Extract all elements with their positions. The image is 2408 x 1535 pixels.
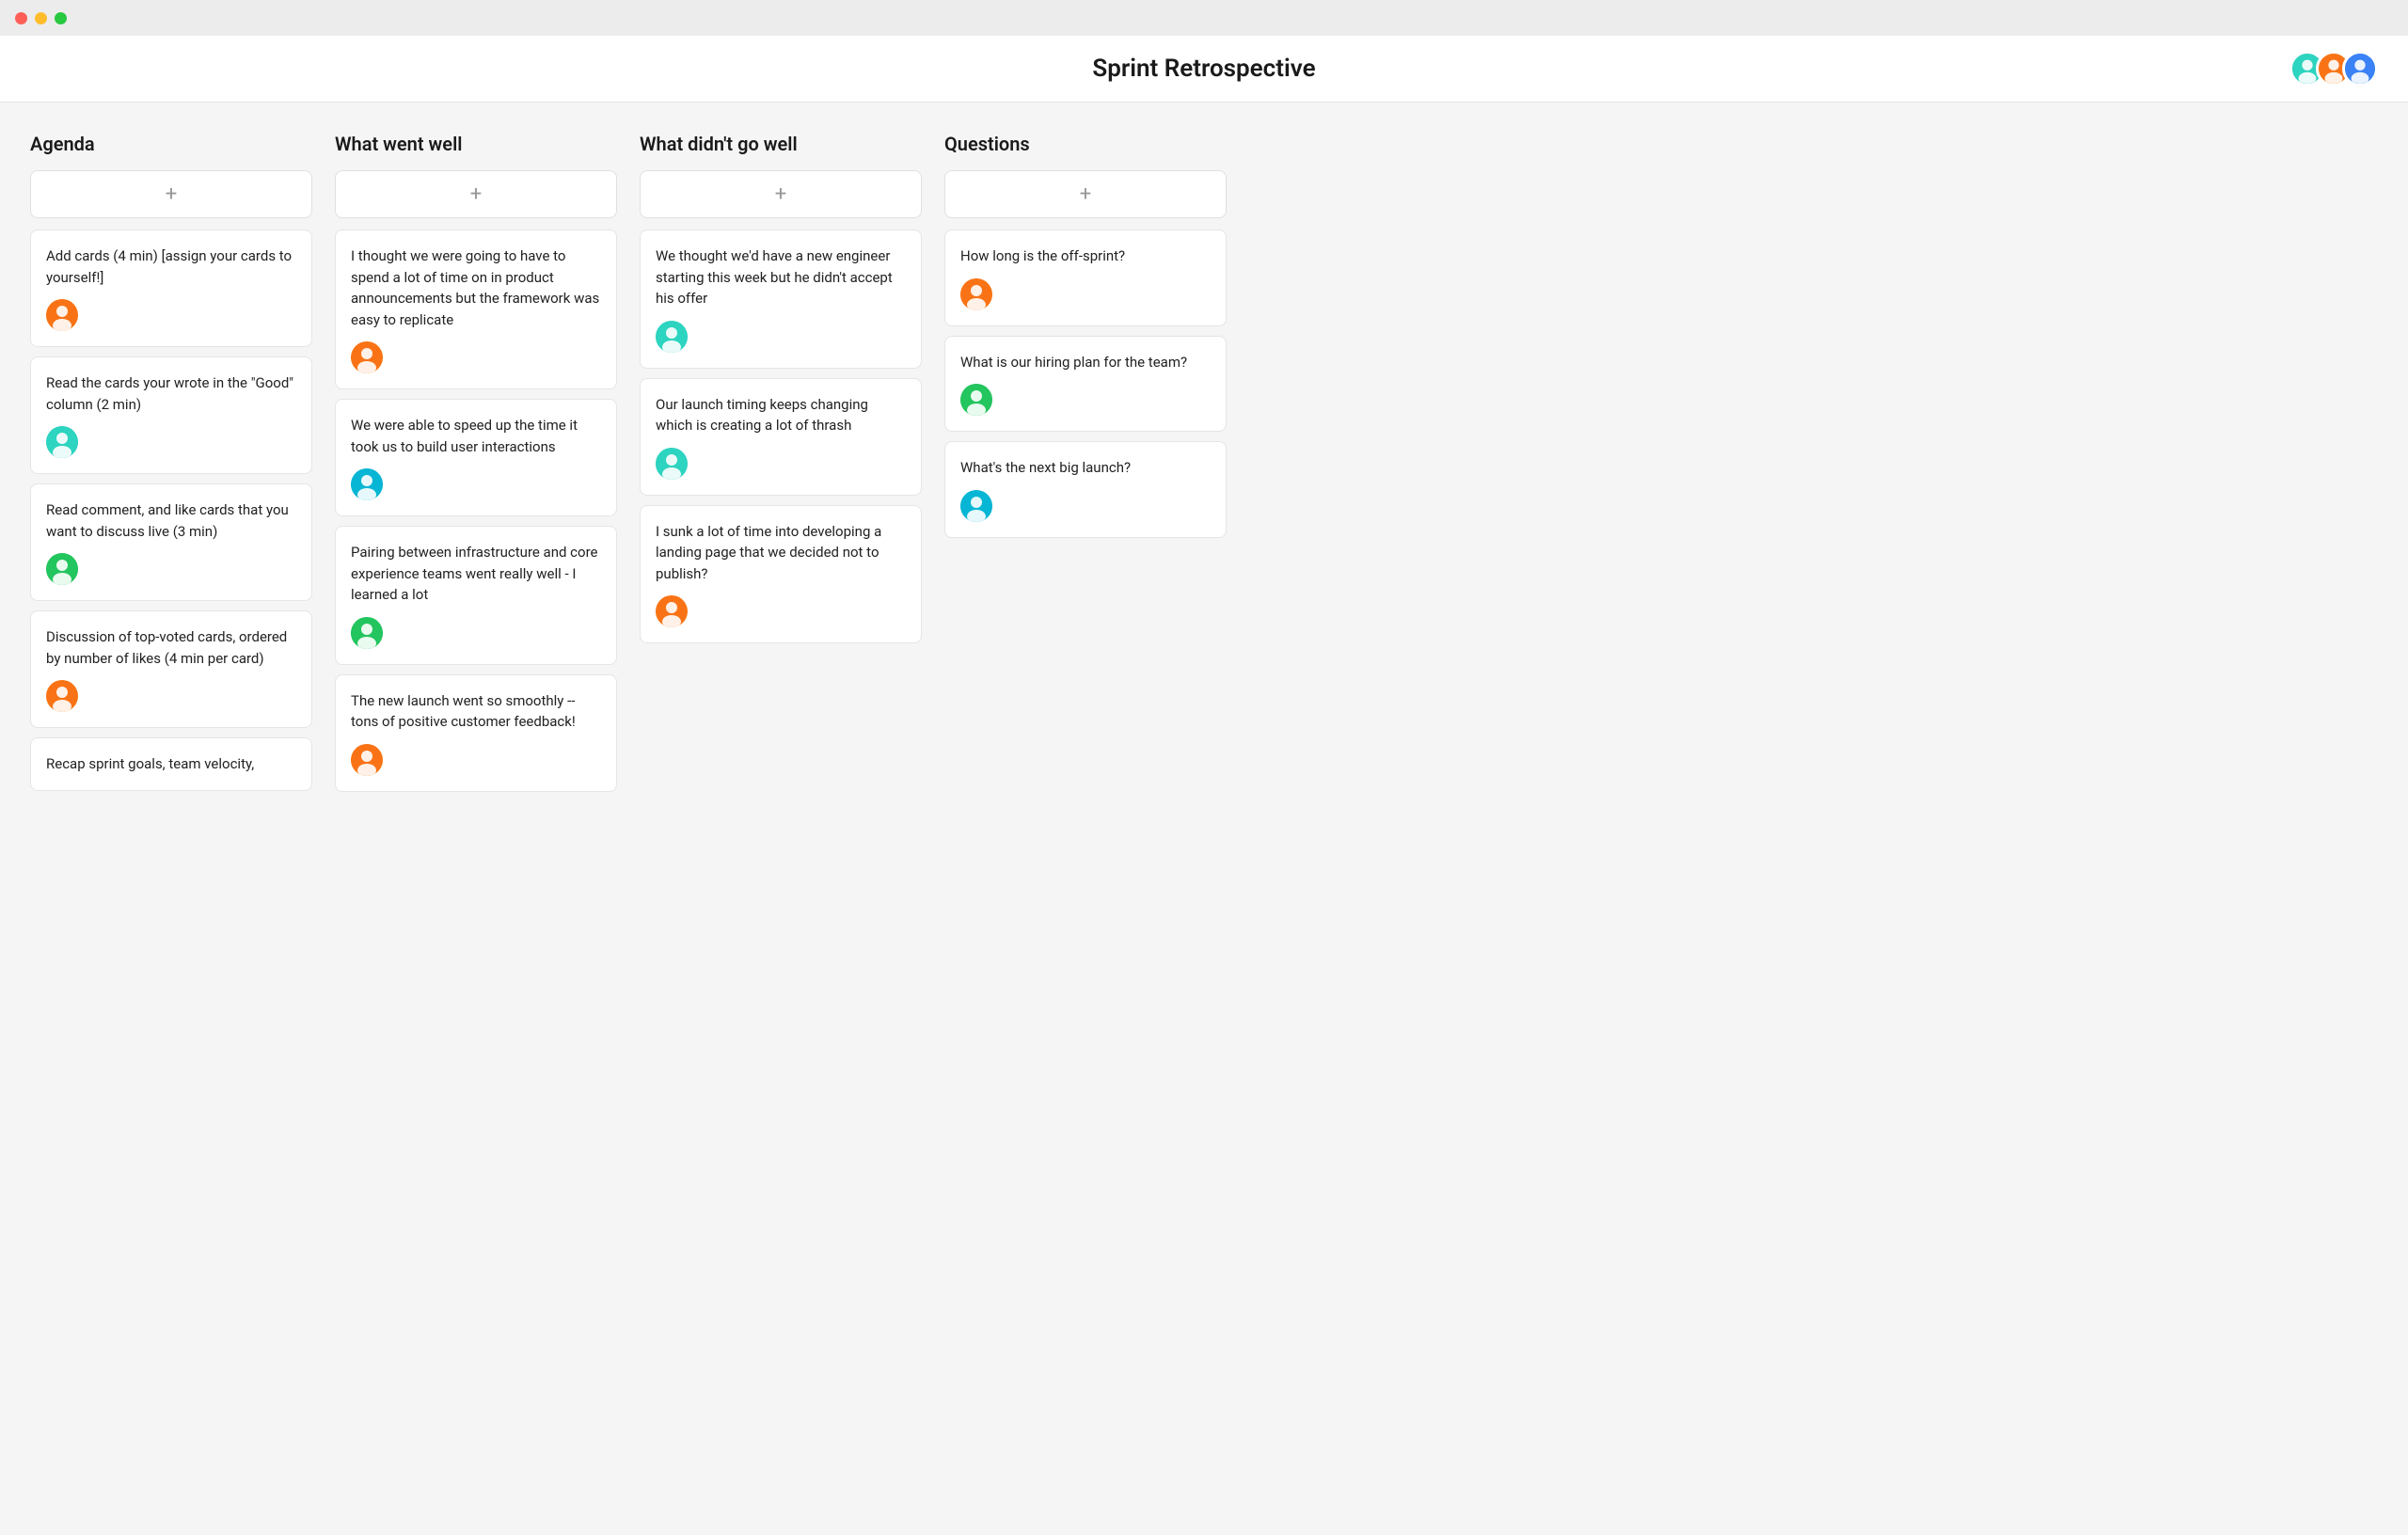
- card-avatar[interactable]: [46, 426, 78, 458]
- card-text: Recap sprint goals, team velocity,: [46, 753, 296, 775]
- card-avatar[interactable]: [656, 448, 688, 480]
- card-avatar[interactable]: [351, 744, 383, 776]
- board: Agenda + Add cards (4 min) [assign your ca…: [0, 103, 2408, 831]
- card-text: Read the cards your wrote in the "Good" …: [46, 372, 296, 415]
- column-header-what-didnt-go-well: What didn't go well: [640, 133, 922, 155]
- card: We thought we'd have a new engineer star…: [640, 229, 922, 369]
- header: Sprint Retrospective: [0, 36, 2408, 103]
- column-questions: Questions + How long is the off-sprint? Wh…: [944, 133, 1227, 547]
- titlebar: [0, 0, 2408, 36]
- card: How long is the off-sprint?: [944, 229, 1227, 326]
- column-what-went-well: What went well + I thought we were going t…: [335, 133, 617, 801]
- add-card-button-what-went-well[interactable]: +: [335, 170, 617, 218]
- card: Read comment, and like cards that you wa…: [30, 483, 312, 601]
- card-text: Add cards (4 min) [assign your cards to …: [46, 245, 296, 288]
- card-text: How long is the off-sprint?: [960, 245, 1211, 267]
- card-avatar[interactable]: [656, 321, 688, 353]
- card-text: What's the next big launch?: [960, 457, 1211, 479]
- column-agenda: Agenda + Add cards (4 min) [assign your ca…: [30, 133, 312, 800]
- card: Read the cards your wrote in the "Good" …: [30, 356, 312, 474]
- card-text: I thought we were going to have to spend…: [351, 245, 601, 330]
- card: Our launch timing keeps changing which i…: [640, 378, 922, 496]
- column-header-questions: Questions: [944, 133, 1227, 155]
- card-avatar[interactable]: [960, 278, 992, 310]
- add-card-button-what-didnt-go-well[interactable]: +: [640, 170, 922, 218]
- column-what-didnt-go-well: What didn't go well + We thought we'd have…: [640, 133, 922, 653]
- card-text: The new launch went so smoothly -- tons …: [351, 690, 601, 733]
- card: I thought we were going to have to spend…: [335, 229, 617, 389]
- card-avatar[interactable]: [656, 595, 688, 627]
- card-text: Pairing between infrastructure and core …: [351, 542, 601, 606]
- card-avatar[interactable]: [960, 490, 992, 522]
- page-title: Sprint Retrospective: [1092, 55, 1315, 83]
- card-text: I sunk a lot of time into developing a l…: [656, 521, 906, 585]
- card-avatar[interactable]: [351, 468, 383, 500]
- card-text: We were able to speed up the time it too…: [351, 415, 601, 457]
- card: Add cards (4 min) [assign your cards to …: [30, 229, 312, 347]
- add-card-button-questions[interactable]: +: [944, 170, 1227, 218]
- card: What is our hiring plan for the team?: [944, 336, 1227, 433]
- card-avatar[interactable]: [351, 341, 383, 373]
- card-text: Discussion of top-voted cards, ordered b…: [46, 626, 296, 669]
- column-header-what-went-well: What went well: [335, 133, 617, 155]
- card-text: Read comment, and like cards that you wa…: [46, 499, 296, 542]
- collaborators-avatars: [2289, 51, 2378, 87]
- card-avatar[interactable]: [351, 617, 383, 649]
- card-avatar[interactable]: [960, 384, 992, 416]
- card-avatar[interactable]: [46, 299, 78, 331]
- card: Recap sprint goals, team velocity,: [30, 737, 312, 791]
- fullscreen-button[interactable]: [55, 12, 67, 24]
- minimize-button[interactable]: [35, 12, 47, 24]
- card-avatar[interactable]: [46, 553, 78, 585]
- card: We were able to speed up the time it too…: [335, 399, 617, 516]
- card: The new launch went so smoothly -- tons …: [335, 674, 617, 792]
- avatar-3[interactable]: [2342, 51, 2378, 87]
- close-button[interactable]: [15, 12, 27, 24]
- column-header-agenda: Agenda: [30, 133, 312, 155]
- card: Pairing between infrastructure and core …: [335, 526, 617, 665]
- card: I sunk a lot of time into developing a l…: [640, 505, 922, 644]
- card-avatar[interactable]: [46, 680, 78, 712]
- card-text: Our launch timing keeps changing which i…: [656, 394, 906, 436]
- card: Discussion of top-voted cards, ordered b…: [30, 610, 312, 728]
- add-card-button-agenda[interactable]: +: [30, 170, 312, 218]
- card-text: What is our hiring plan for the team?: [960, 352, 1211, 373]
- card-text: We thought we'd have a new engineer star…: [656, 245, 906, 309]
- card: What's the next big launch?: [944, 441, 1227, 538]
